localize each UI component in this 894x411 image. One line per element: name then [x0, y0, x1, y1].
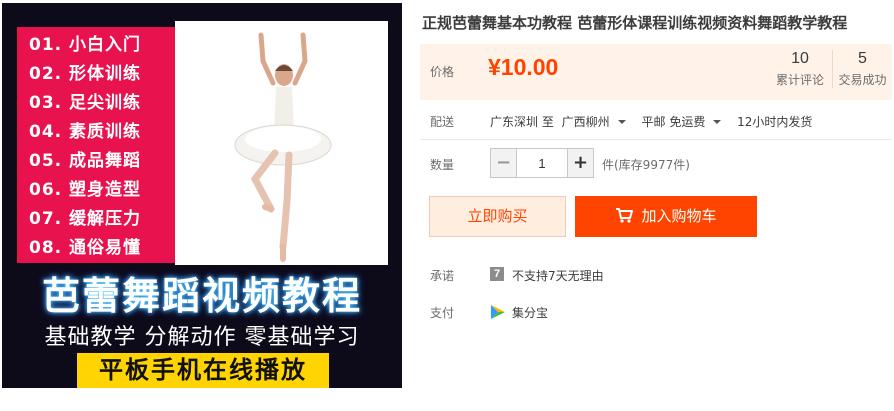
product-subline: 基础教学 分解动作 零基础学习 — [44, 325, 360, 350]
add-to-cart-label: 加入购物车 — [641, 207, 717, 225]
sales-label: 交易成功 — [838, 73, 887, 87]
play-banner: 平板手机在线播放 — [77, 353, 329, 388]
sales-count: 5 — [858, 50, 867, 67]
menu-item: 08. 通俗易懂 — [29, 238, 142, 258]
increment-button[interactable]: + — [567, 149, 593, 177]
divider — [420, 139, 892, 140]
promise-text[interactable]: 不支持7天无理由 — [512, 267, 604, 284]
menu-item: 05. 成品舞蹈 — [29, 151, 142, 171]
menu-item: 03. 足尖训练 — [29, 93, 142, 113]
price-value: ¥10.00 — [488, 54, 559, 80]
ship-to: 广西柳州 — [561, 115, 610, 129]
shipping-label: 配送 — [430, 115, 455, 129]
decrement-button[interactable]: − — [491, 149, 517, 177]
seven-day-icon: 7 — [490, 267, 504, 281]
stock-info: 件(库存9977件) — [602, 158, 690, 172]
menu-item: 07. 缓解压力 — [29, 209, 142, 229]
price-label: 价格 — [430, 65, 455, 79]
quantity-label: 数量 — [430, 158, 455, 172]
dispatch-time: 12小时内发货 — [737, 115, 813, 129]
payment-text[interactable]: 集分宝 — [512, 304, 548, 321]
ship-method: 平邮 免运费 — [641, 115, 706, 129]
ballerina-photo — [175, 21, 388, 265]
product-title: 正规芭蕾舞基本功教程 芭蕾形体课程训练视频资料舞蹈教学教程 — [422, 14, 848, 32]
menu-item: 02. 形体训练 — [29, 64, 142, 84]
quantity-input[interactable] — [517, 149, 567, 177]
reviews-count: 10 — [791, 50, 809, 67]
ship-from: 广东深圳 至 — [490, 115, 554, 129]
payment-label: 支付 — [430, 306, 455, 320]
reviews-label: 累计评论 — [775, 73, 824, 87]
chevron-down-icon — [713, 119, 722, 124]
ship-method-select[interactable]: 平邮 免运费 — [642, 115, 730, 129]
product-image[interactable]: 01. 小白入门 02. 形体训练 03. 足尖训练 04. 素质训练 05. … — [2, 3, 402, 388]
chevron-down-icon — [617, 119, 626, 124]
shipping-row: 广东深圳 至 广西柳州 平邮 免运费 12小时内发货 — [490, 113, 816, 130]
ship-to-select[interactable]: 广西柳州 — [562, 115, 634, 129]
cart-icon — [616, 208, 634, 223]
course-menu-panel: 01. 小白入门 02. 形体训练 03. 足尖训练 04. 素质训练 05. … — [17, 27, 175, 263]
ballerina-figure — [234, 32, 332, 262]
reviews-stat[interactable]: 10 累计评论 — [770, 50, 830, 88]
price-panel: 价格 ¥10.00 10 累计评论 5 交易成功 — [420, 44, 892, 100]
menu-item: 01. 小白入门 — [29, 35, 142, 55]
add-to-cart-button[interactable]: 加入购物车 — [575, 196, 757, 237]
promise-label: 承诺 — [430, 269, 455, 283]
buy-now-button[interactable]: 立即购买 — [429, 196, 566, 237]
jifenbao-icon — [491, 305, 505, 319]
menu-item: 06. 塑身造型 — [29, 180, 142, 200]
menu-item: 04. 素质训练 — [29, 122, 142, 142]
product-headline: 芭蕾舞蹈视频教程 — [41, 274, 362, 318]
quantity-stepper: − + — [490, 148, 594, 178]
sales-stat: 5 交易成功 — [832, 50, 892, 88]
